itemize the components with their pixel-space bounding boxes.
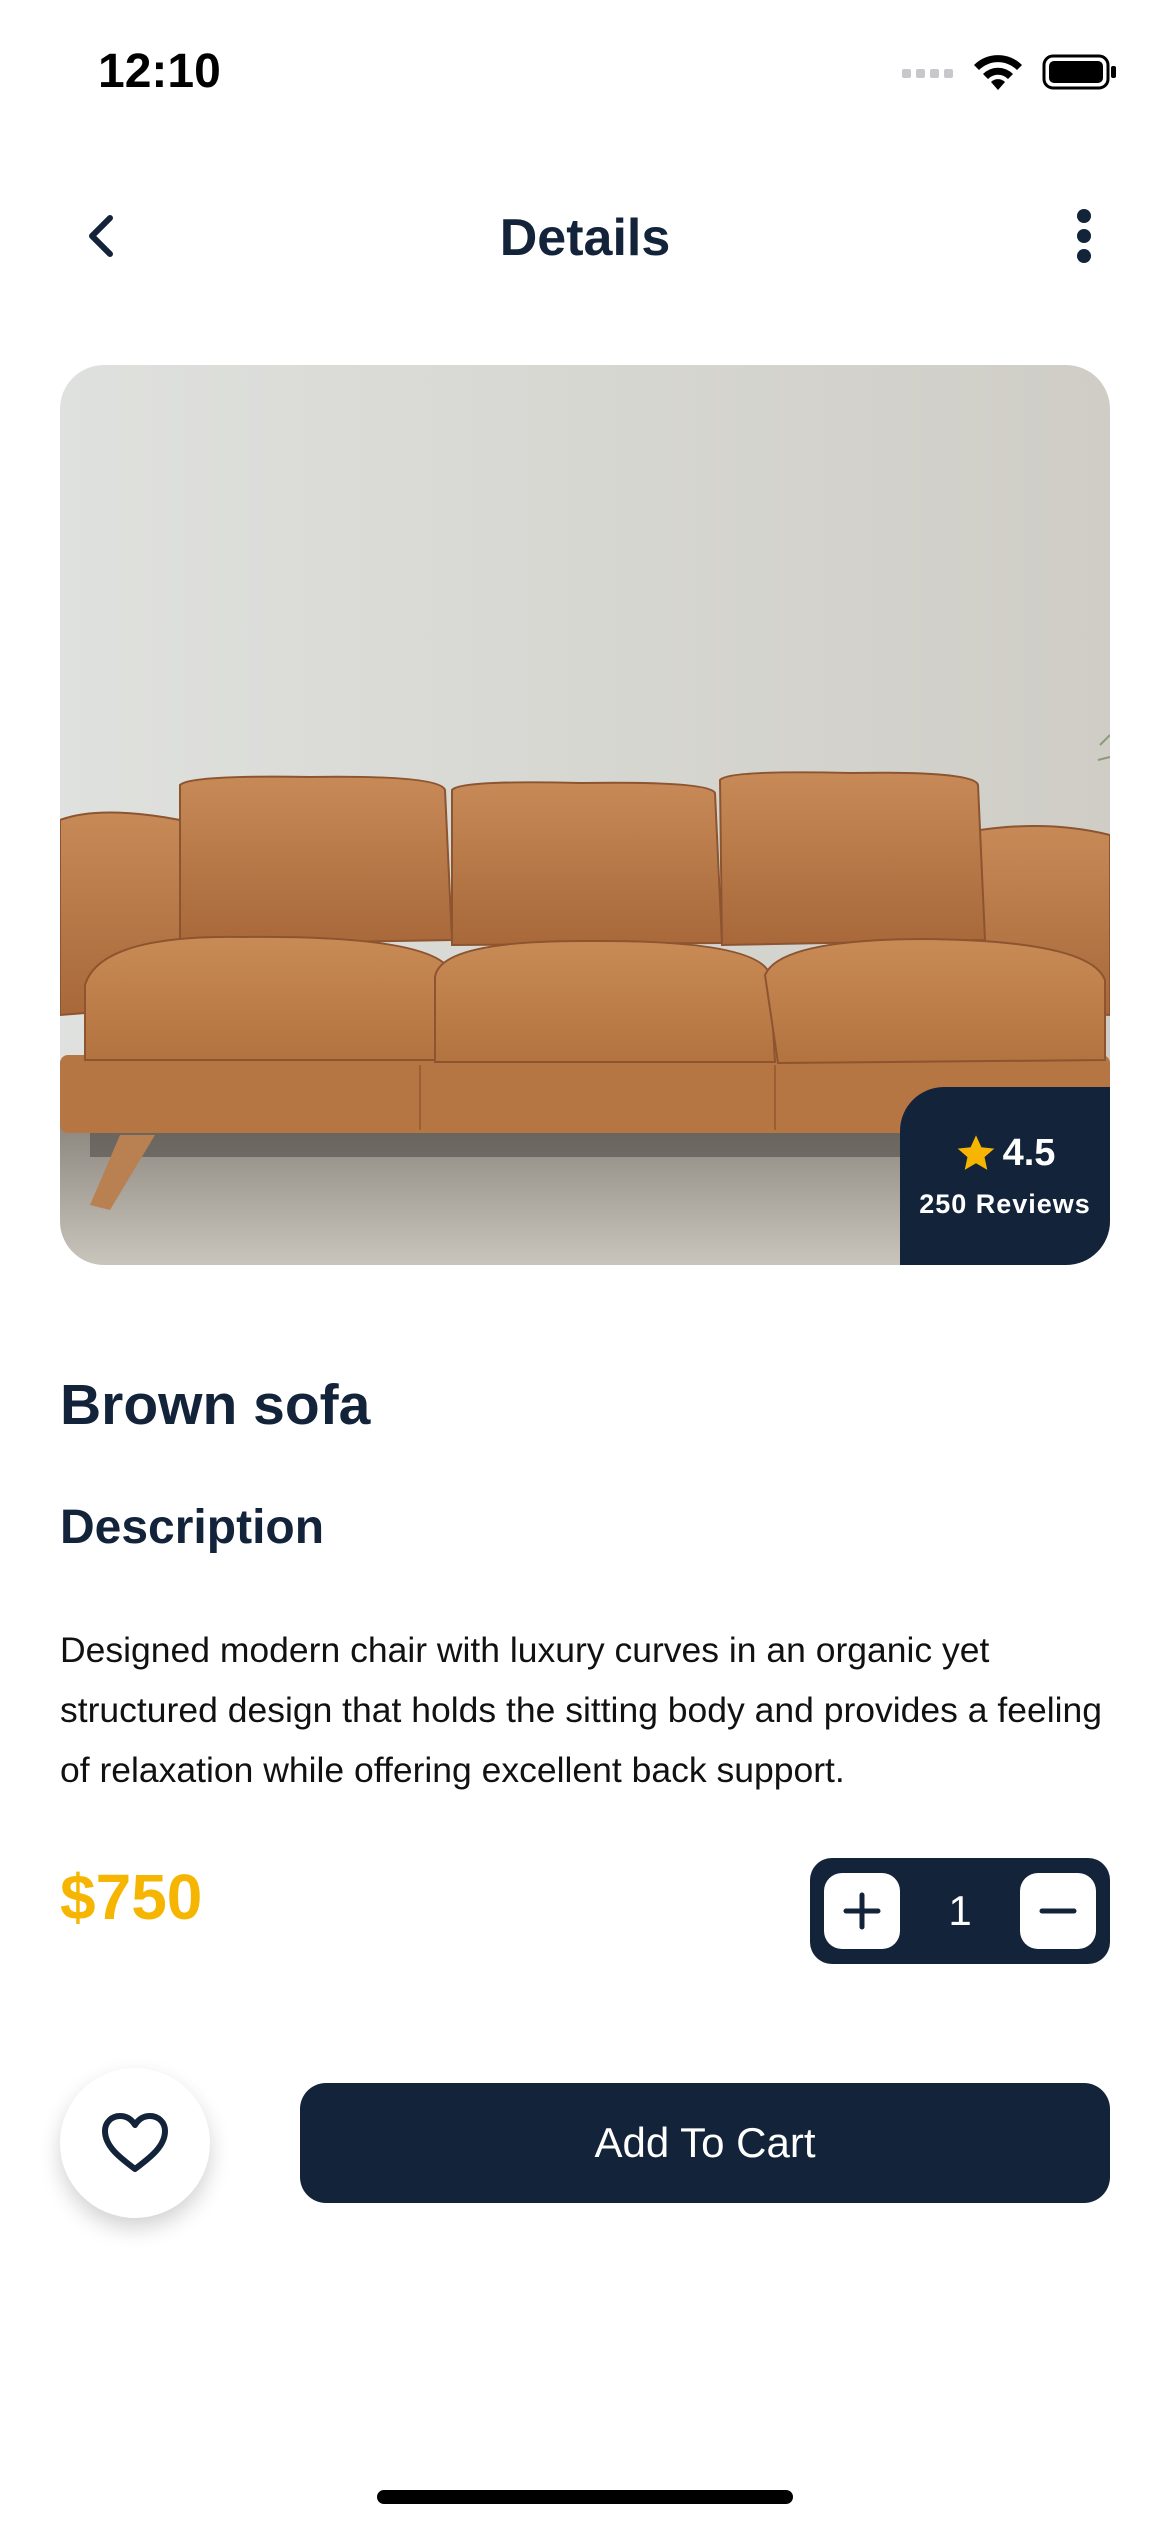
page-title: Details (499, 209, 671, 267)
plus-icon (843, 1892, 881, 1930)
more-vertical-icon (1077, 209, 1091, 263)
home-indicator[interactable] (377, 2490, 793, 2504)
minus-icon (1039, 1908, 1077, 1914)
status-icons (902, 52, 1118, 97)
battery-icon (1042, 54, 1118, 95)
favorite-button[interactable] (60, 2068, 210, 2218)
star-icon (957, 1134, 994, 1170)
product-price: $750 (60, 1861, 203, 1933)
description-text: Designed modern chair with luxury curves… (60, 1630, 1102, 1790)
rating-value: 4.5 (1002, 1132, 1056, 1174)
reviews-count[interactable]: 250 Reviews (919, 1189, 1091, 1220)
status-bar: 12:10 (0, 0, 1170, 150)
description-heading: Description (60, 1501, 325, 1554)
more-options-button[interactable] (1054, 206, 1114, 266)
product-name: Brown sofa (60, 1373, 371, 1437)
add-to-cart-button[interactable]: Add To Cart (300, 2083, 1110, 2203)
rating-row: 4.5 (955, 1132, 1056, 1175)
rating-badge: 4.5 250 Reviews (900, 1087, 1110, 1265)
wifi-icon (972, 52, 1024, 97)
product-image: 4.5 250 Reviews (60, 365, 1110, 1265)
quantity-stepper: 1 (810, 1858, 1110, 1964)
decrease-quantity-button[interactable] (1019, 1873, 1096, 1949)
status-time: 12:10 (98, 45, 221, 98)
quantity-value: 1 (948, 1887, 972, 1934)
increase-quantity-button[interactable] (824, 1873, 900, 1949)
heart-icon (102, 2113, 168, 2172)
signal-icon (902, 65, 954, 84)
